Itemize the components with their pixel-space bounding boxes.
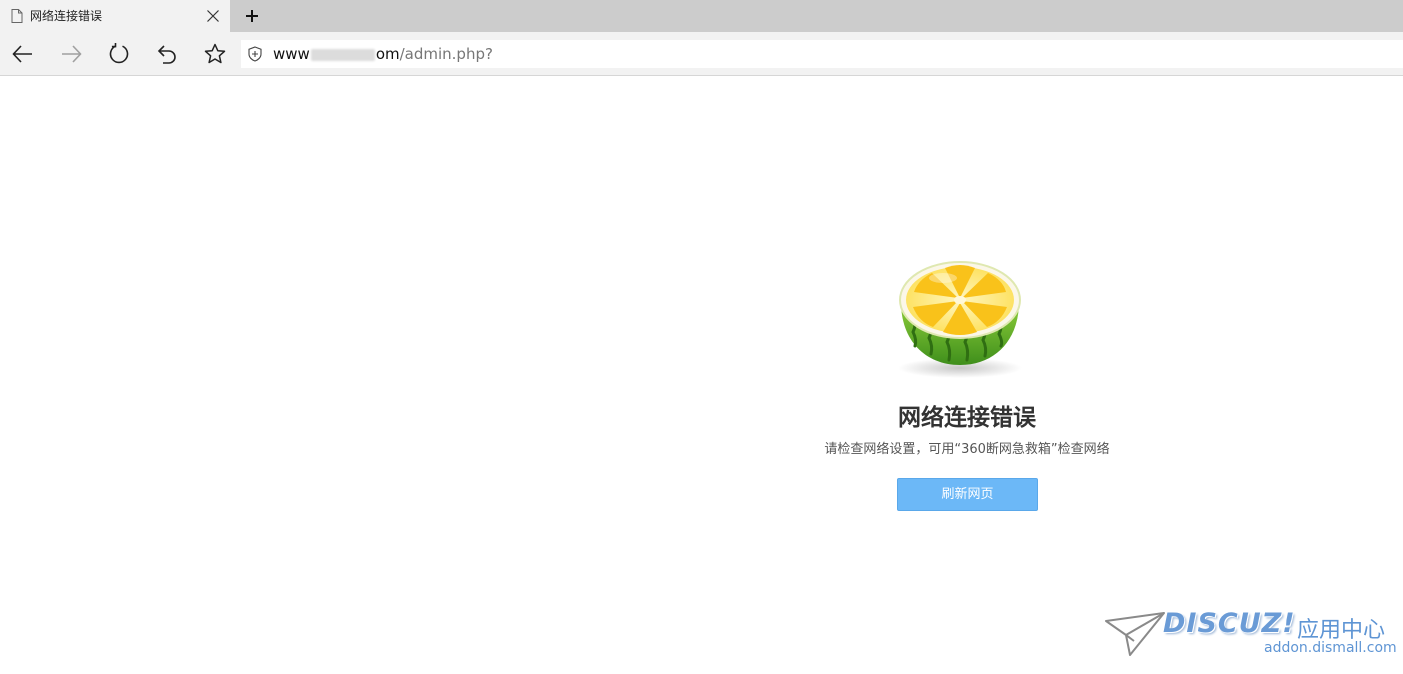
melon-illustration [898, 261, 1022, 378]
url-redacted [310, 48, 375, 61]
tab-active[interactable]: 网络连接错误 [0, 0, 230, 32]
error-title: 网络连接错误 [898, 405, 1036, 431]
url-host-start: www [273, 45, 310, 63]
address-bar[interactable]: www om/admin.php? [241, 40, 1403, 68]
paper-plane-icon [1105, 612, 1165, 656]
tab-strip: 网络连接错误 [0, 0, 1403, 32]
refresh-icon[interactable] [107, 42, 131, 66]
refresh-page-button[interactable]: 刷新网页 [897, 478, 1038, 511]
watermark-domain: addon.dismall.com [1264, 640, 1397, 656]
undo-icon[interactable] [155, 42, 179, 66]
page-icon [11, 9, 23, 23]
browser-toolbar: www om/admin.php? [0, 32, 1403, 76]
tab-title: 网络连接错误 [30, 9, 103, 23]
url-path: /admin.php? [399, 45, 493, 63]
url-host-end: om [375, 45, 400, 63]
close-icon[interactable] [206, 9, 220, 23]
arrow-right-icon[interactable] [59, 42, 83, 66]
error-description: 请检查网络设置，可用“360断网急救箱”检查网络 [824, 442, 1110, 457]
arrow-left-icon[interactable] [11, 42, 35, 66]
shield-icon[interactable] [248, 46, 262, 62]
plus-icon[interactable] [243, 7, 261, 25]
discuz-logo: DISCUZ! [1163, 608, 1296, 639]
star-icon[interactable] [203, 42, 227, 66]
url-text: www om/admin.php? [273, 45, 493, 63]
